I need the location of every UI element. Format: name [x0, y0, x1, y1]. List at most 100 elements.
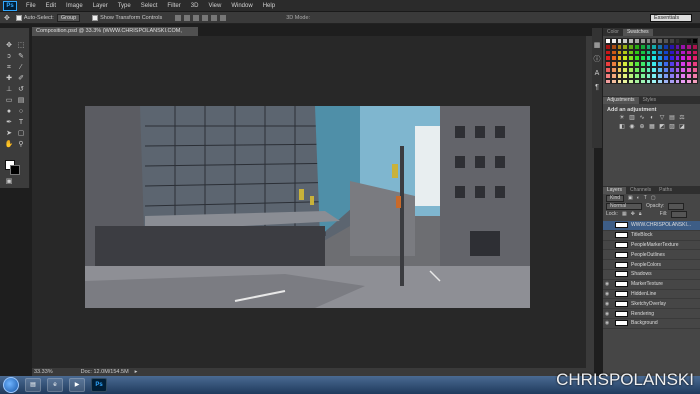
filter-adjust-icon[interactable]: ◐	[637, 195, 640, 201]
brush-icon[interactable]: ✐	[16, 75, 26, 83]
menu-edit[interactable]: Edit	[41, 3, 61, 9]
color-balance-icon[interactable]: ⚖	[677, 114, 687, 123]
visibility-eye-icon[interactable]: ◉	[603, 291, 611, 297]
align-bottom-icon[interactable]	[193, 14, 200, 21]
hue-icon[interactable]: ▤	[667, 114, 677, 123]
background-color-swatch[interactable]	[10, 165, 20, 175]
blend-mode-dropdown[interactable]: Normal	[606, 202, 642, 210]
zoom-level[interactable]: 33.33%	[34, 369, 53, 375]
opacity-field[interactable]	[668, 202, 685, 210]
tab-layers[interactable]: Layers	[603, 187, 627, 194]
vibrance-icon[interactable]: ▽	[657, 114, 667, 123]
tab-channels[interactable]: Channels	[626, 187, 655, 194]
hand-icon[interactable]: ✋	[4, 141, 14, 149]
filter-pixel-icon[interactable]: ▣	[628, 195, 633, 201]
layer-row[interactable]: WWW.CHRISPOLANSKI...	[603, 221, 700, 231]
dodge-icon[interactable]: ○	[16, 108, 26, 116]
layer-row[interactable]: ◉ Background	[603, 319, 700, 329]
crop-icon[interactable]: ⌗	[4, 64, 14, 72]
layer-row[interactable]: PeopleOutlines	[603, 250, 700, 261]
layer-row[interactable]: ◉ HiddenLine	[603, 290, 700, 300]
visibility-eye-icon[interactable]: ◉	[603, 311, 611, 317]
filter-shape-icon[interactable]: ▢	[651, 195, 656, 201]
lasso-icon[interactable]: ↄ	[4, 53, 14, 61]
layer-row[interactable]: ◉ Rendering	[603, 309, 700, 319]
posterize-icon[interactable]: ▨	[667, 123, 677, 132]
history-panel-icon[interactable]: ▦	[592, 42, 602, 50]
menu-filter[interactable]: Filter	[162, 3, 185, 9]
layer-kind-filter[interactable]: Kind	[606, 194, 625, 202]
threshold-icon[interactable]: ◪	[677, 123, 687, 132]
eyedropper-icon[interactable]: ⁄	[16, 64, 26, 72]
visibility-eye-icon[interactable]: ◉	[603, 320, 611, 326]
tab-adjustments[interactable]: Adjustments	[603, 97, 639, 104]
start-button[interactable]	[3, 377, 19, 393]
blur-icon[interactable]: ●	[4, 108, 14, 116]
shape-icon[interactable]: ▢	[16, 130, 26, 138]
layer-row[interactable]: Shadows	[603, 270, 700, 280]
character-panel-icon[interactable]: A	[592, 70, 602, 78]
menu-type[interactable]: Type	[113, 3, 136, 9]
layer-row[interactable]: PeopleColors	[603, 260, 700, 270]
auto-select-dropdown[interactable]: Group	[56, 13, 81, 22]
marquee-icon[interactable]: ⬚	[16, 42, 26, 50]
taskbar-browser-icon[interactable]: e	[47, 378, 63, 392]
layer-row[interactable]: ◉ MarkerTexture	[603, 280, 700, 290]
channel-mixer-icon[interactable]: ⊕	[637, 123, 647, 132]
properties-panel-icon[interactable]: ⓘ	[592, 56, 602, 64]
zoom-icon[interactable]: ⚲	[16, 141, 26, 149]
taskbar-explorer-icon[interactable]: ▤	[25, 378, 41, 392]
taskbar-media-icon[interactable]: ▶	[69, 378, 85, 392]
pen-icon[interactable]: ✒	[4, 119, 14, 127]
menu-layer[interactable]: Layer	[88, 3, 113, 9]
visibility-eye-icon[interactable]: ◉	[603, 281, 611, 287]
black-white-icon[interactable]: ◧	[617, 123, 627, 132]
menu-file[interactable]: File	[21, 3, 41, 9]
exposure-icon[interactable]: ◐	[647, 114, 657, 123]
invert-icon[interactable]: ◩	[657, 123, 667, 132]
lock-pixels-icon[interactable]: ▦	[622, 211, 627, 217]
align-middle-icon[interactable]	[184, 14, 191, 21]
photo-filter-icon[interactable]: ◉	[627, 123, 637, 132]
levels-icon[interactable]: ▥	[627, 114, 637, 123]
align-top-icon[interactable]	[175, 14, 182, 21]
filter-type-icon[interactable]: T	[644, 195, 647, 201]
menu-view[interactable]: View	[203, 3, 226, 9]
menu-3d[interactable]: 3D	[186, 3, 204, 9]
color-lookup-icon[interactable]: ▦	[647, 123, 657, 132]
menu-image[interactable]: Image	[61, 3, 88, 9]
color-swatch[interactable]	[691, 78, 698, 85]
visibility-eye-icon[interactable]: ◉	[603, 301, 611, 307]
type-icon[interactable]: T	[16, 119, 26, 127]
quick-select-icon[interactable]: ✎	[16, 53, 26, 61]
document-tab[interactable]: Composition.psd @ 33.3% (WWW.CHRISPOLANS…	[32, 27, 198, 43]
gradient-icon[interactable]: ▤	[16, 97, 26, 105]
curves-icon[interactable]: ∿	[637, 114, 647, 123]
taskbar-photoshop-icon[interactable]: Ps	[91, 378, 107, 392]
fill-field[interactable]	[671, 210, 688, 218]
move-tool-icon[interactable]: ✥	[4, 14, 10, 22]
layer-row[interactable]: ◉ SketchyOverlay	[603, 299, 700, 310]
healing-brush-icon[interactable]: ✚	[4, 75, 14, 83]
lock-all-icon[interactable]: 🔒︎	[639, 211, 642, 217]
tab-swatches[interactable]: Swatches	[622, 29, 653, 36]
align-right-icon[interactable]	[220, 14, 227, 21]
tab-color[interactable]: Color	[603, 29, 623, 36]
menu-help[interactable]: Help	[258, 3, 280, 9]
menu-window[interactable]: Window	[226, 3, 257, 9]
move-icon[interactable]: ✥	[4, 42, 14, 50]
align-left-icon[interactable]	[202, 14, 209, 21]
layer-row[interactable]: PeopleMarkerTexture	[603, 241, 700, 251]
path-select-icon[interactable]: ➤	[4, 130, 14, 138]
tab-paths[interactable]: Paths	[655, 187, 676, 194]
layer-row[interactable]: TitleBlock	[603, 231, 700, 241]
status-menu-arrow-icon[interactable]: ▸	[135, 369, 138, 375]
transform-controls-checkbox[interactable]	[92, 14, 99, 21]
workspace-dropdown[interactable]: Essentials	[650, 14, 692, 22]
history-brush-icon[interactable]: ↺	[16, 86, 26, 94]
eraser-icon[interactable]: ▭	[4, 97, 14, 105]
lock-position-icon[interactable]: ✥	[631, 211, 635, 217]
menu-select[interactable]: Select	[136, 3, 163, 9]
tab-styles[interactable]: Styles	[639, 97, 661, 104]
paragraph-panel-icon[interactable]: ¶	[592, 84, 602, 92]
